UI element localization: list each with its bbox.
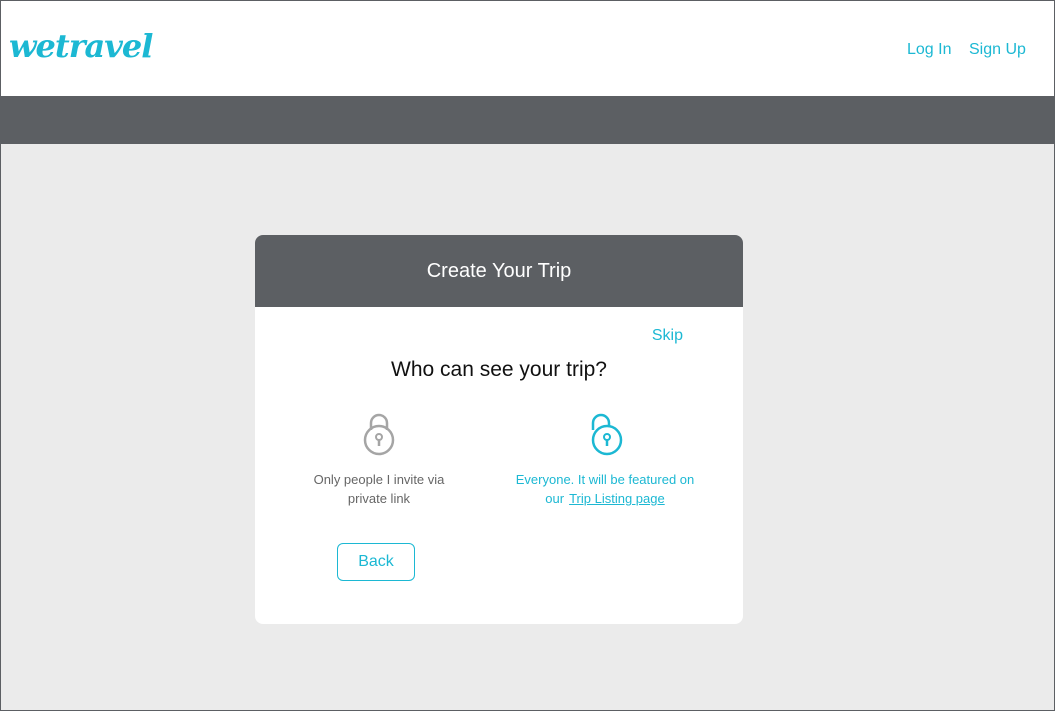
public-option[interactable]: Everyone. It will be featured on our Trip… — [505, 410, 705, 508]
top-navbar: wetravel Log In Sign Up — [1, 1, 1054, 96]
private-option-line2: private link — [347, 491, 411, 506]
login-link[interactable]: Log In — [907, 41, 951, 59]
back-button[interactable]: Back — [337, 543, 415, 581]
private-option[interactable]: Only people I invite via private link — [279, 410, 479, 508]
lock-open-icon — [591, 413, 623, 456]
public-option-line1: Everyone. It will be featured on — [515, 472, 695, 487]
header-band — [1, 96, 1054, 144]
dialog-header: Create Your Trip — [255, 235, 743, 307]
visibility-question: Who can see your trip? — [391, 358, 607, 381]
lock-closed-icon — [363, 413, 395, 456]
trip-listing-link[interactable]: Trip Listing page — [569, 491, 665, 506]
dialog-title: Create Your Trip — [426, 259, 572, 282]
private-option-line1: Only people I invite via — [313, 472, 445, 487]
signup-link[interactable]: Sign Up — [969, 41, 1026, 59]
skip-link[interactable]: Skip — [652, 327, 683, 345]
public-option-prefix: our — [545, 491, 565, 506]
wetravel-logo[interactable]: wetravel — [9, 27, 153, 65]
create-trip-dialog: Create Your Trip Skip Who can see your t… — [255, 235, 743, 624]
